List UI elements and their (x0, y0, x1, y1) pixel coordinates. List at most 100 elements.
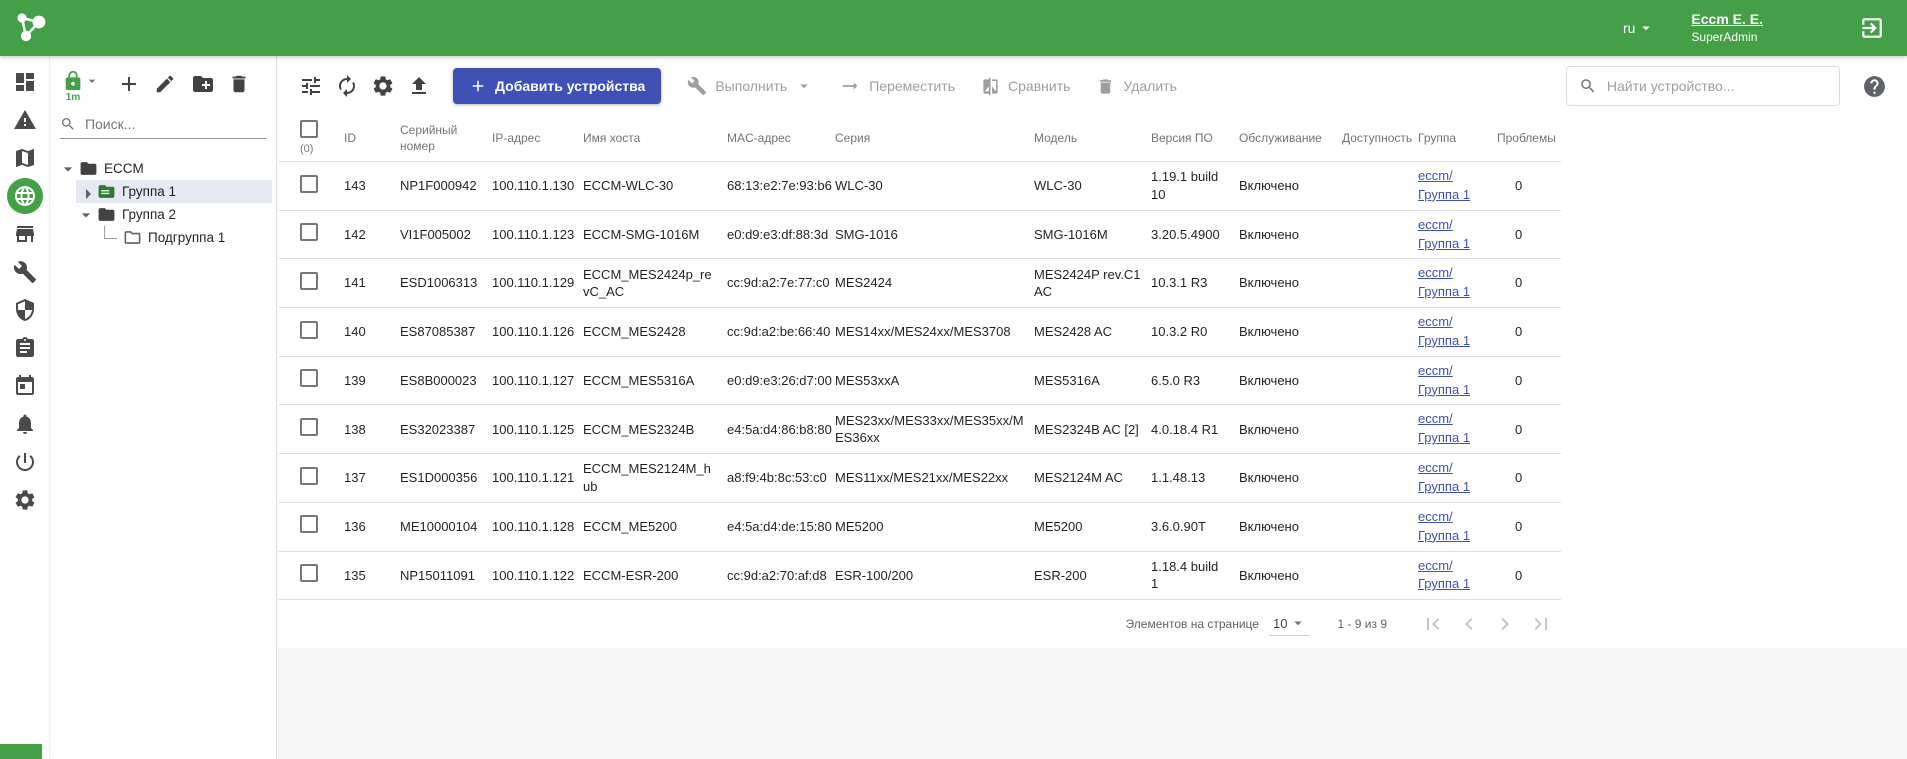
row-checkbox[interactable] (300, 321, 318, 339)
column-header-serial[interactable]: Серийный номер (400, 123, 492, 154)
logout-button[interactable] (1859, 15, 1885, 41)
language-selector[interactable]: ru (1623, 19, 1655, 37)
cell-firmware: 1.19.1 build 10 (1151, 163, 1239, 208)
sidebar-item-alerts[interactable] (7, 102, 43, 138)
compare-button[interactable]: Сравнить (981, 77, 1070, 96)
column-header-maintenance[interactable]: Обслуживание (1239, 131, 1342, 147)
column-header-availability[interactable]: Доступность (1342, 131, 1418, 147)
export-button[interactable] (407, 74, 431, 98)
move-button[interactable]: Переместить (839, 75, 955, 97)
tree-search-input[interactable] (83, 115, 266, 133)
group-link[interactable]: eccm/ Группа 1 (1418, 265, 1470, 299)
table-row[interactable]: 136 ME10000104 100.110.1.128 ECCM_ME5200… (278, 503, 1561, 552)
cell-ip: 100.110.1.125 (492, 416, 583, 444)
sidebar-item-devices[interactable] (7, 178, 43, 214)
help-button[interactable] (1862, 74, 1887, 99)
expander-right-icon[interactable] (76, 182, 96, 202)
tree-node-eccm[interactable]: ECCM (58, 157, 272, 180)
search-icon (60, 115, 76, 133)
tree-node-group2[interactable]: Группа 2 (76, 203, 272, 226)
table-header-row: (0) ID Серийный номер IP-адрес Имя хоста… (278, 116, 1561, 162)
tree-node-group1[interactable]: Группа 1 (76, 180, 272, 203)
table-row[interactable]: 141 ESD1006313 100.110.1.129 ECCM_MES242… (278, 259, 1561, 308)
user-menu[interactable]: Eccm E. E. SuperAdmin (1691, 10, 1763, 46)
execute-button[interactable]: Выполнить (687, 76, 813, 96)
user-name-link[interactable]: Eccm E. E. (1691, 10, 1763, 30)
items-per-page-select[interactable]: 10 (1269, 612, 1309, 636)
table-settings-button[interactable] (371, 74, 395, 98)
group-link[interactable]: eccm/ Группа 1 (1418, 363, 1470, 397)
add-devices-button[interactable]: Добавить устройства (453, 68, 661, 104)
expander-down-icon[interactable] (58, 159, 78, 179)
column-header-problems[interactable]: Проблемы (1497, 131, 1565, 147)
group-link[interactable]: eccm/ Группа 1 (1418, 314, 1470, 348)
eltex-logo[interactable] (12, 8, 52, 48)
row-checkbox[interactable] (300, 515, 318, 533)
column-header-mac[interactable]: MAC-адрес (727, 131, 835, 147)
column-header-firmware[interactable]: Версия ПО (1151, 131, 1239, 147)
table-row[interactable]: 138 ES32023387 100.110.1.125 ECCM_MES232… (278, 405, 1561, 454)
chevron-right-icon (1493, 612, 1517, 636)
table-row[interactable]: 137 ES1D000356 100.110.1.121 ECCM_MES212… (278, 454, 1561, 503)
user-role: SuperAdmin (1691, 29, 1763, 46)
add-group-button[interactable] (117, 72, 141, 96)
column-header-series[interactable]: Серия (835, 131, 1034, 147)
column-header-ip[interactable]: IP-адрес (492, 131, 583, 147)
group-link[interactable]: eccm/ Группа 1 (1418, 168, 1470, 202)
cell-serial: ES87085387 (400, 318, 492, 346)
previous-page-button[interactable] (1455, 610, 1483, 638)
column-header-id[interactable]: ID (344, 131, 400, 147)
row-checkbox[interactable] (300, 418, 318, 436)
table-row[interactable]: 142 VI1F005002 100.110.1.123 ECCM-SMG-10… (278, 211, 1561, 260)
group-link[interactable]: eccm/ Группа 1 (1418, 460, 1470, 494)
next-page-button[interactable] (1491, 610, 1519, 638)
delete-devices-button[interactable]: Удалить (1096, 77, 1176, 96)
row-checkbox[interactable] (300, 467, 318, 485)
column-header-model[interactable]: Модель (1034, 131, 1151, 147)
sidebar-item-power[interactable] (7, 444, 43, 480)
device-search-input[interactable] (1605, 77, 1827, 95)
row-checkbox[interactable] (300, 272, 318, 290)
filter-columns-button[interactable] (299, 74, 323, 98)
table-row[interactable]: 135 NP15011091 100.110.1.122 ECCM-ESR-20… (278, 552, 1561, 601)
cell-maintenance: Включено (1239, 367, 1342, 395)
move-label: Переместить (869, 78, 955, 94)
last-page-button[interactable] (1527, 610, 1555, 638)
add-folder-button[interactable] (191, 72, 215, 96)
edit-group-button[interactable] (154, 72, 178, 96)
delete-group-button[interactable] (228, 72, 252, 96)
row-checkbox[interactable] (300, 175, 318, 193)
row-checkbox[interactable] (300, 369, 318, 387)
sidebar-item-notifications[interactable] (7, 406, 43, 442)
autoupdate-lock-control[interactable]: 1m (62, 70, 100, 103)
sidebar-bottom-accent (0, 744, 42, 759)
column-header-group[interactable]: Группа (1418, 131, 1497, 147)
sidebar-item-tasks[interactable] (7, 330, 43, 366)
refresh-button[interactable] (335, 74, 359, 98)
expander-down-icon[interactable] (76, 205, 96, 225)
sidebar-item-map[interactable] (7, 140, 43, 176)
cell-group: eccm/ Группа 1 (1418, 259, 1497, 307)
row-checkbox[interactable] (300, 564, 318, 582)
select-all-checkbox[interactable] (300, 120, 318, 138)
group-link[interactable]: eccm/ Группа 1 (1418, 558, 1470, 592)
group-link[interactable]: eccm/ Группа 1 (1418, 217, 1470, 251)
cell-availability (1342, 181, 1418, 191)
first-page-button[interactable] (1419, 610, 1447, 638)
table-row[interactable]: 143 NP1F000942 100.110.1.130 ECCM-WLC-30… (278, 162, 1561, 211)
sidebar-item-security[interactable] (7, 292, 43, 328)
group-link[interactable]: eccm/ Группа 1 (1418, 411, 1470, 445)
group-link[interactable]: eccm/ Группа 1 (1418, 509, 1470, 543)
cell-group: eccm/ Группа 1 (1418, 162, 1497, 210)
sidebar-item-maintenance[interactable] (7, 254, 43, 290)
sidebar-item-schedule[interactable] (7, 368, 43, 404)
sidebar-item-settings[interactable] (7, 482, 43, 518)
table-row[interactable]: 140 ES87085387 100.110.1.126 ECCM_MES242… (278, 308, 1561, 357)
cell-serial: ES32023387 (400, 416, 492, 444)
table-row[interactable]: 139 ES8B000023 100.110.1.127 ECCM_MES531… (278, 357, 1561, 406)
row-checkbox[interactable] (300, 223, 318, 241)
column-header-hostname[interactable]: Имя хоста (583, 131, 727, 147)
sidebar-item-infrastructure[interactable] (7, 216, 43, 252)
sidebar-item-dashboard[interactable] (7, 64, 43, 100)
tree-node-subgroup1[interactable]: Подгруппа 1 (94, 226, 272, 249)
